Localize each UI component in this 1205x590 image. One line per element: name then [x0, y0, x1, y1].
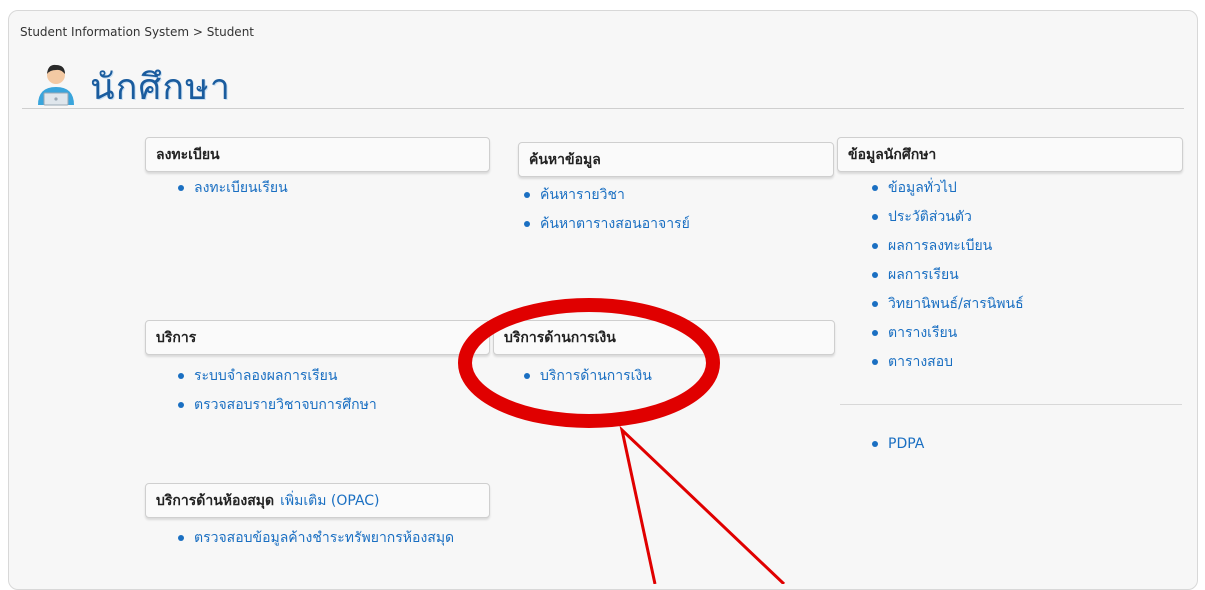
link-label: PDPA	[888, 435, 925, 452]
link-class-schedule[interactable]: ตารางเรียน	[872, 318, 1024, 347]
bullet-icon	[872, 300, 878, 307]
finance-links: บริการด้านการเงิน	[524, 361, 652, 390]
section-header-library: บริการด้านห้องสมุด เพิ่มเติม (OPAC)	[145, 483, 490, 518]
link-label: ตรวจสอบข้อมูลค้างชำระทรัพยากรห้องสมุด	[194, 529, 455, 546]
link-grade-simulation[interactable]: ระบบจำลองผลการเรียน	[178, 361, 377, 390]
register-links: ลงทะเบียนเรียน	[178, 173, 288, 202]
link-search-teaching-schedule[interactable]: ค้นหาตารางสอนอาจารย์	[524, 209, 690, 238]
link-label: ประวัติส่วนตัว	[888, 208, 972, 225]
breadcrumb: Student Information System > Student	[20, 25, 254, 39]
page-header: นักศึกษา	[34, 58, 231, 115]
section-title: ลงทะเบียน	[156, 146, 220, 163]
section-title: บริการ	[156, 329, 197, 346]
link-label: ผลการลงทะเบียน	[888, 237, 993, 254]
link-library-overdue[interactable]: ตรวจสอบข้อมูลค้างชำระทรัพยากรห้องสมุด	[178, 523, 454, 552]
section-header-student-info: ข้อมูลนักศึกษา	[837, 137, 1183, 172]
bullet-icon	[524, 220, 530, 227]
bullet-icon	[872, 213, 878, 220]
bullet-icon	[872, 329, 878, 336]
student-info-separator	[840, 404, 1182, 405]
bullet-icon	[872, 358, 878, 365]
services-links: ระบบจำลองผลการเรียน ตรวจสอบรายวิชาจบการศ…	[178, 361, 377, 419]
bullet-icon	[872, 242, 878, 249]
link-label: ตรวจสอบรายวิชาจบการศึกษา	[194, 396, 377, 413]
link-label: ข้อมูลทั่วไป	[888, 179, 957, 196]
bullet-icon	[178, 401, 184, 408]
link-exam-schedule[interactable]: ตารางสอบ	[872, 347, 1024, 376]
link-general-info[interactable]: ข้อมูลทั่วไป	[872, 173, 1024, 202]
section-title: ข้อมูลนักศึกษา	[848, 146, 937, 163]
link-finance-service[interactable]: บริการด้านการเงิน	[524, 361, 652, 390]
section-title: บริการด้านการเงิน	[504, 329, 616, 346]
link-search-course[interactable]: ค้นหารายวิชา	[524, 180, 690, 209]
library-links: ตรวจสอบข้อมูลค้างชำระทรัพยากรห้องสมุด	[178, 523, 454, 552]
header-divider	[22, 108, 1184, 109]
link-label: ลงทะเบียนเรียน	[194, 179, 288, 196]
link-grades[interactable]: ผลการเรียน	[872, 260, 1024, 289]
opac-link[interactable]: เพิ่มเติม (OPAC)	[280, 490, 379, 512]
student-info-links: ข้อมูลทั่วไป ประวัติส่วนตัว ผลการลงทะเบี…	[872, 173, 1024, 376]
search-links: ค้นหารายวิชา ค้นหาตารางสอนอาจารย์	[524, 180, 690, 238]
bullet-icon	[524, 372, 530, 379]
link-label: วิทยานิพนธ์/สารนิพนธ์	[888, 295, 1024, 312]
section-header-register: ลงทะเบียน	[145, 137, 490, 172]
section-header-search: ค้นหาข้อมูล	[518, 142, 834, 177]
link-label: ค้นหาตารางสอนอาจารย์	[540, 215, 690, 232]
pdpa-links: PDPA	[872, 429, 924, 458]
page-title: นักศึกษา	[90, 67, 231, 108]
section-header-finance: บริการด้านการเงิน	[493, 320, 835, 355]
section-title: ค้นหาข้อมูล	[529, 151, 601, 168]
link-personal-history[interactable]: ประวัติส่วนตัว	[872, 202, 1024, 231]
student-user-icon	[34, 63, 78, 111]
link-label: ค้นหารายวิชา	[540, 186, 625, 203]
bullet-icon	[872, 440, 878, 447]
bullet-icon	[178, 372, 184, 379]
link-label: ตารางเรียน	[888, 324, 958, 341]
link-pdpa[interactable]: PDPA	[872, 429, 924, 458]
link-label: บริการด้านการเงิน	[540, 367, 652, 384]
link-label: ตารางสอบ	[888, 353, 954, 370]
link-register-courses[interactable]: ลงทะเบียนเรียน	[178, 173, 288, 202]
link-thesis[interactable]: วิทยานิพนธ์/สารนิพนธ์	[872, 289, 1024, 318]
link-label: ระบบจำลองผลการเรียน	[194, 367, 338, 384]
link-label: ผลการเรียน	[888, 266, 959, 283]
link-graduation-check[interactable]: ตรวจสอบรายวิชาจบการศึกษา	[178, 390, 377, 419]
section-title: บริการด้านห้องสมุด	[156, 492, 275, 509]
bullet-icon	[178, 534, 184, 541]
bullet-icon	[524, 191, 530, 198]
section-header-services: บริการ	[145, 320, 490, 355]
link-registration-result[interactable]: ผลการลงทะเบียน	[872, 231, 1024, 260]
bullet-icon	[872, 271, 878, 278]
bullet-icon	[178, 184, 184, 191]
bullet-icon	[872, 184, 878, 191]
